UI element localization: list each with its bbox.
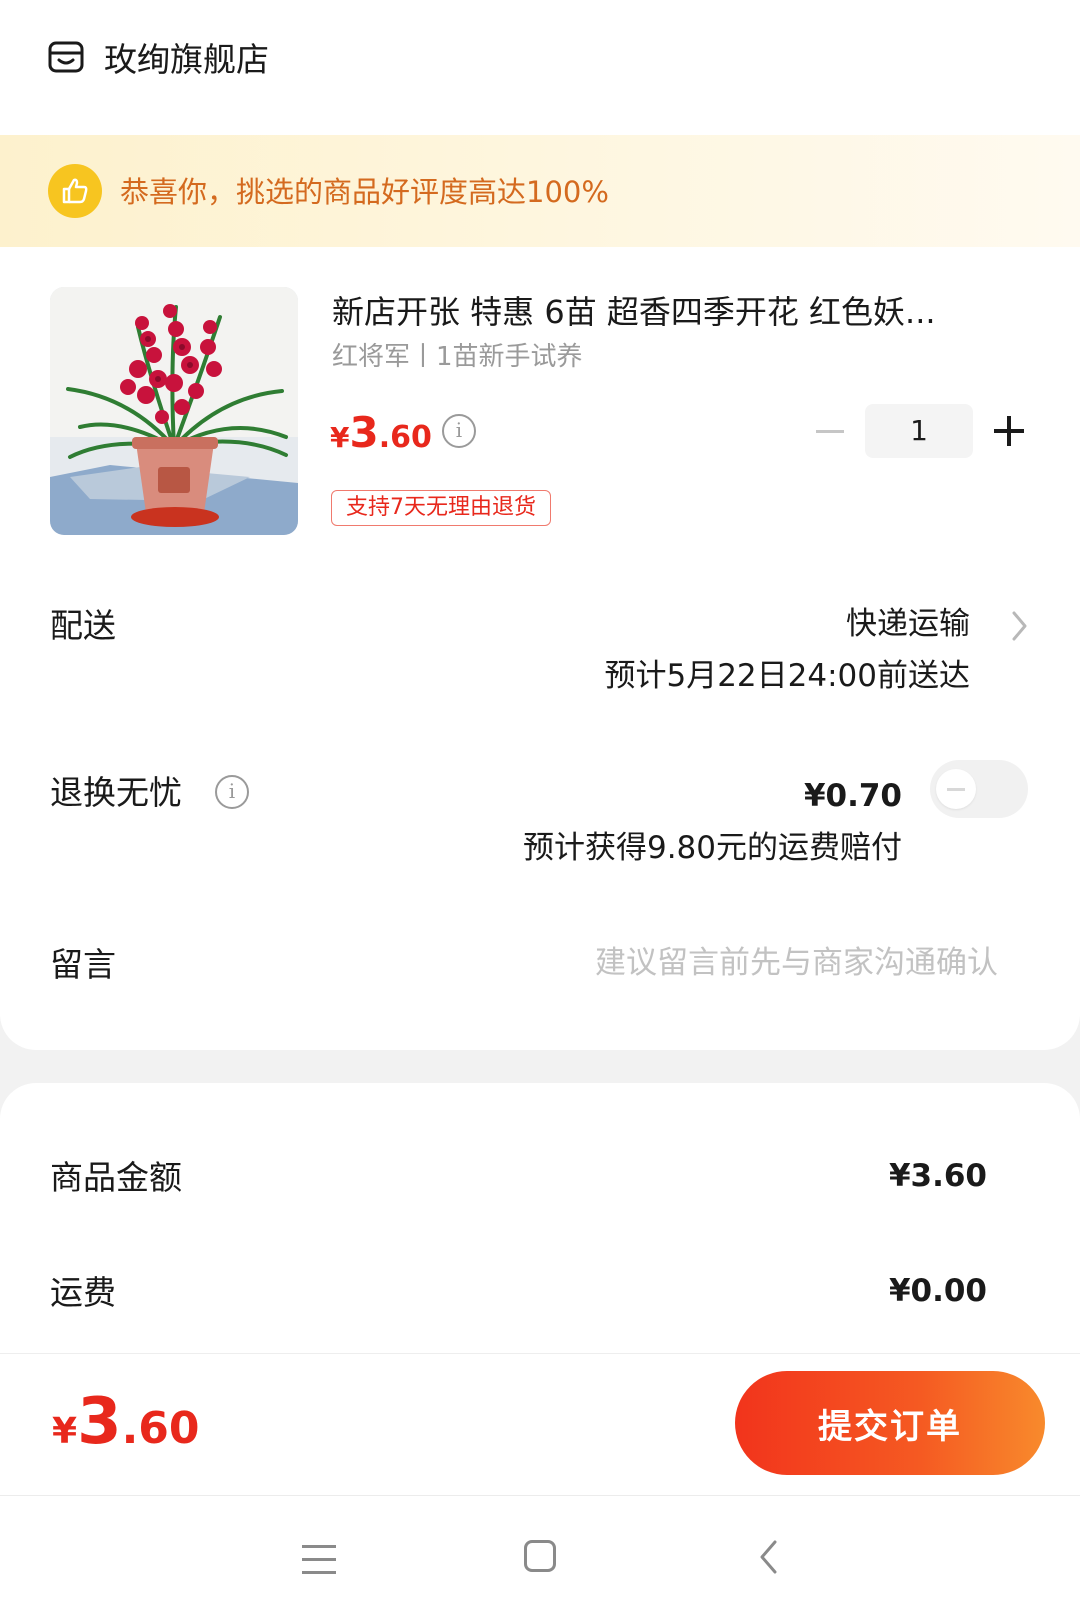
back-icon[interactable] <box>756 1538 780 1576</box>
return-policy-badge: 支持7天无理由退货 <box>331 490 551 526</box>
goods-amount-value: ¥3.60 <box>888 1158 987 1194</box>
price-info-icon[interactable]: i <box>442 414 476 448</box>
praise-banner-text: 恭喜你，挑选的商品好评度高达100% <box>120 175 609 209</box>
shipping-label: 配送 <box>50 606 116 645</box>
goods-amount-label: 商品金额 <box>50 1158 182 1197</box>
unit-price: ¥3.60 <box>330 408 432 457</box>
price-decimal: .60 <box>378 420 432 455</box>
worry-free-note: 预计获得9.80元的运费赔付 <box>522 830 902 866</box>
store-icon <box>48 40 84 76</box>
home-icon[interactable] <box>524 1540 556 1572</box>
quantity-decrease-button[interactable] <box>810 414 852 448</box>
product-title[interactable]: 新店开张 特惠 6苗 超香四季开花 红色妖... <box>332 290 1012 334</box>
price-currency: ¥ <box>330 421 350 454</box>
message-input[interactable] <box>480 938 998 988</box>
total-decimal: .60 <box>121 1403 200 1454</box>
message-label: 留言 <box>50 945 116 984</box>
worry-free-return-label: 退换无忧 <box>50 773 182 812</box>
quantity-input[interactable]: 1 <box>865 404 973 458</box>
total-currency: ¥ <box>52 1411 78 1452</box>
submit-order-button[interactable]: 提交订单 <box>735 1371 1045 1475</box>
chevron-right-icon[interactable] <box>1005 609 1033 643</box>
toggle-knob[interactable] <box>936 769 976 809</box>
worry-free-price: ¥0.70 <box>803 778 902 814</box>
total-price: ¥3.60 <box>52 1385 200 1459</box>
thumbs-up-icon <box>48 164 102 218</box>
shipping-method[interactable]: 快递运输 <box>846 603 970 645</box>
store-name[interactable]: 玫绚旗舰店 <box>104 38 269 82</box>
quantity-increase-button[interactable] <box>990 413 1030 449</box>
price-integer: 3 <box>349 408 379 457</box>
shipping-eta: 预计5月22日24:00前送达 <box>604 658 970 694</box>
total-integer: 3 <box>77 1385 122 1459</box>
product-spec[interactable]: 红将军丨1苗新手试养 <box>332 339 583 375</box>
shipping-fee-value: ¥0.00 <box>888 1273 987 1309</box>
shipping-fee-label: 运费 <box>50 1273 116 1312</box>
worry-free-info-icon[interactable]: i <box>215 775 249 809</box>
menu-icon[interactable] <box>302 1545 336 1575</box>
product-image[interactable] <box>50 287 298 535</box>
